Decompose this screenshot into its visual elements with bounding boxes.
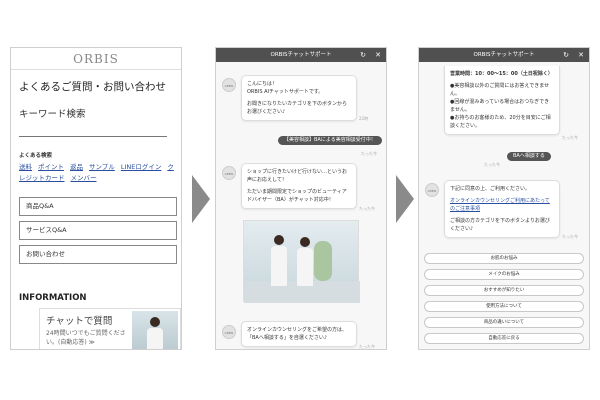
option-recommendation-button[interactable]: おすすめが知りたい <box>424 285 584 296</box>
option-usage-button[interactable]: 使用方法について <box>424 301 584 312</box>
chat-header-title: ORBISチャットサポート <box>473 52 535 58</box>
search-input-underline[interactable] <box>19 136 167 137</box>
option-makeup-concern-button[interactable]: メイクのお悩み <box>424 269 584 280</box>
user-message: 【美容相談】BAによる美容相談受付中！ <box>278 136 382 145</box>
chat-popup[interactable]: チャットで質問 24時間いつでもご質問ください。(自動応答) ≫ <box>39 308 181 349</box>
flow-arrow-1 <box>192 175 210 223</box>
page-title: よくあるご質問・お問い合わせ <box>19 81 166 93</box>
timestamp: たった今 <box>562 135 578 140</box>
timestamp: たった今 <box>484 162 500 167</box>
frequent-search-links: 送料 ポイント 返品 サンプル LINEログイン クレジットカード メンバー <box>19 162 174 184</box>
option-back-to-auto-button[interactable]: 自動応答に戻る <box>424 333 584 344</box>
reload-icon[interactable]: ↻ <box>358 50 368 60</box>
user-message: BAへ相談する <box>507 152 551 161</box>
timestamp: たった今 <box>361 151 377 156</box>
mobile-faq-screen: ORBIS よくあるご質問・お問い合わせ キーワード検索 よくある検索 送料 ポイ… <box>10 47 182 350</box>
bot-avatar: ORBIS <box>222 325 236 339</box>
chevron-right-icon: ≫ <box>88 339 95 346</box>
bot-avatar: ORBIS <box>222 78 236 92</box>
link-returns[interactable]: 返品 <box>70 163 83 171</box>
timestamp: たった今 <box>562 234 578 239</box>
option-product-difference-button[interactable]: 商品の違いについて <box>424 317 584 328</box>
timestamp: たった今 <box>359 206 375 211</box>
advisor-photo <box>132 311 178 349</box>
chat-screen-1: ORBISチャットサポート ↻ ✕ ORBIS こんにちは！ ORBIS AIチ… <box>215 47 387 350</box>
reload-icon[interactable]: ↻ <box>561 50 571 60</box>
contact-button[interactable]: お問い合わせ <box>19 245 177 264</box>
orbis-logo[interactable]: ORBIS <box>11 48 181 70</box>
link-line-login[interactable]: LINEログイン <box>121 163 162 171</box>
timestamp: たった今 <box>359 344 375 349</box>
link-shipping[interactable]: 送料 <box>19 163 32 171</box>
counseling-notice-link[interactable]: オンラインカウンセリングご利用にあたってのご注意事項 <box>450 197 554 213</box>
link-member[interactable]: メンバー <box>71 174 97 182</box>
bot-message-consent: 下記に同意の上、ご利用ください。 オンラインカウンセリングご利用にあたってのご注… <box>444 180 560 238</box>
chat-screen-2: ORBISチャットサポート ↻ ✕ 営業時間：10：00〜15：00（土日祝除く… <box>418 47 590 350</box>
keyword-search-label[interactable]: キーワード検索 <box>19 106 86 120</box>
chat-popup-subtitle: 24時間いつでもご質問ください。(自動応答) ≫ <box>46 330 126 346</box>
flow-arrow-2 <box>396 175 414 223</box>
close-icon[interactable]: ✕ <box>373 50 383 60</box>
link-points[interactable]: ポイント <box>38 163 64 171</box>
bot-message-counseling: オンラインカウンセリングをご希望の方は、「BAへ相談する」を自選ください♪ <box>241 321 357 347</box>
chat-header-title: ORBISチャットサポート <box>270 52 332 58</box>
link-samples[interactable]: サンプル <box>89 163 115 171</box>
information-heading: INFORMATION <box>19 293 87 303</box>
option-skin-concern-button[interactable]: お肌のお悩み <box>424 253 584 264</box>
product-qa-button[interactable]: 商品Q&A <box>19 197 177 216</box>
bot-message-ba-info: ショップに行きたいけど行けない…というお声にお応えして！ ただいま期間限定でショ… <box>241 163 357 209</box>
service-qa-button[interactable]: サービスQ&A <box>19 221 177 240</box>
close-icon[interactable]: ✕ <box>576 50 586 60</box>
bot-message-greeting: こんにちは！ ORBIS AIチャットサポートです。 お聞きになりたいカテゴリを… <box>241 75 357 121</box>
frequent-search-label: よくある検索 <box>19 153 53 159</box>
bot-avatar: ORBIS <box>222 166 236 180</box>
advisors-photo <box>243 220 360 303</box>
timestamp: 22時 <box>359 116 369 121</box>
bot-message-hours: 営業時間：10：00〜15：00（土日祝除く） ●美容相談以外のご質問にはお答え… <box>444 66 560 135</box>
bot-avatar: ORBIS <box>425 183 439 197</box>
chat-popup-title[interactable]: チャットで質問 <box>46 313 112 327</box>
